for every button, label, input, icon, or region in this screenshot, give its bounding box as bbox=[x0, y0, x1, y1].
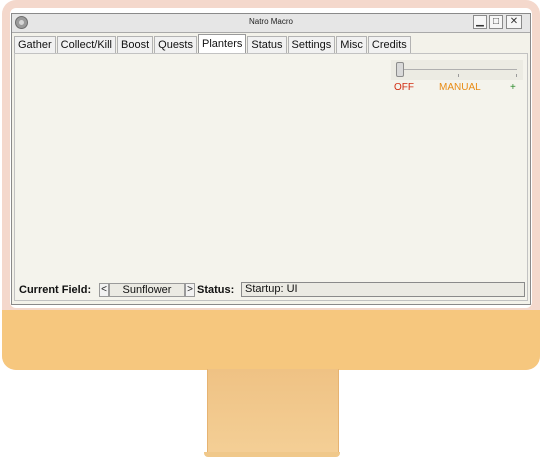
slider-thumb[interactable] bbox=[396, 62, 404, 77]
tab-quests[interactable]: Quests bbox=[154, 36, 197, 53]
slider-label-manual: MANUAL bbox=[439, 82, 481, 93]
slider-label-plus: + bbox=[510, 82, 516, 93]
close-icon[interactable]: ✕ bbox=[506, 15, 522, 29]
maximize-icon[interactable]: □ bbox=[489, 15, 503, 29]
tab-gather[interactable]: Gather bbox=[14, 36, 56, 53]
slider-tick-manual bbox=[458, 74, 459, 77]
next-field-button[interactable]: > bbox=[185, 283, 195, 297]
minimize-icon[interactable]: ▁ bbox=[473, 15, 487, 29]
current-field-value: Sunflower bbox=[109, 283, 185, 297]
tab-settings[interactable]: Settings bbox=[287, 36, 336, 53]
slider-label-off: OFF bbox=[394, 82, 414, 93]
planter-mode-slider[interactable] bbox=[391, 60, 523, 80]
tab-boost[interactable]: Boost bbox=[117, 36, 154, 53]
tab-planters[interactable]: Planters bbox=[198, 34, 247, 53]
status-value: Startup: UI bbox=[241, 282, 525, 297]
tab-status[interactable]: Status bbox=[247, 36, 287, 53]
app-window: Natro Macro ▁ □ ✕ Gather Collect/Kill Bo… bbox=[11, 13, 531, 305]
tab-misc[interactable]: Misc bbox=[336, 36, 367, 53]
title-bar[interactable]: Natro Macro ▁ □ ✕ bbox=[12, 14, 530, 33]
planters-panel: OFF MANUAL + bbox=[14, 53, 528, 282]
monitor-chin bbox=[2, 310, 540, 370]
tab-collect-kill[interactable]: Collect/Kill bbox=[56, 36, 116, 53]
tab-credits[interactable]: Credits bbox=[367, 36, 411, 53]
status-label: Status: bbox=[197, 284, 235, 296]
slider-track[interactable] bbox=[399, 69, 517, 70]
slider-tick-plus bbox=[516, 74, 517, 77]
status-bar: Current Field: < Sunflower > Status: Sta… bbox=[14, 280, 528, 301]
prev-field-button[interactable]: < bbox=[99, 283, 109, 297]
monitor-stand-base bbox=[204, 452, 340, 457]
window-title: Natro Macro bbox=[248, 17, 293, 26]
monitor-stand bbox=[207, 369, 339, 455]
current-field-label: Current Field: bbox=[19, 284, 92, 296]
tab-bar: Gather Collect/Kill Boost Quests Planter… bbox=[14, 34, 412, 53]
